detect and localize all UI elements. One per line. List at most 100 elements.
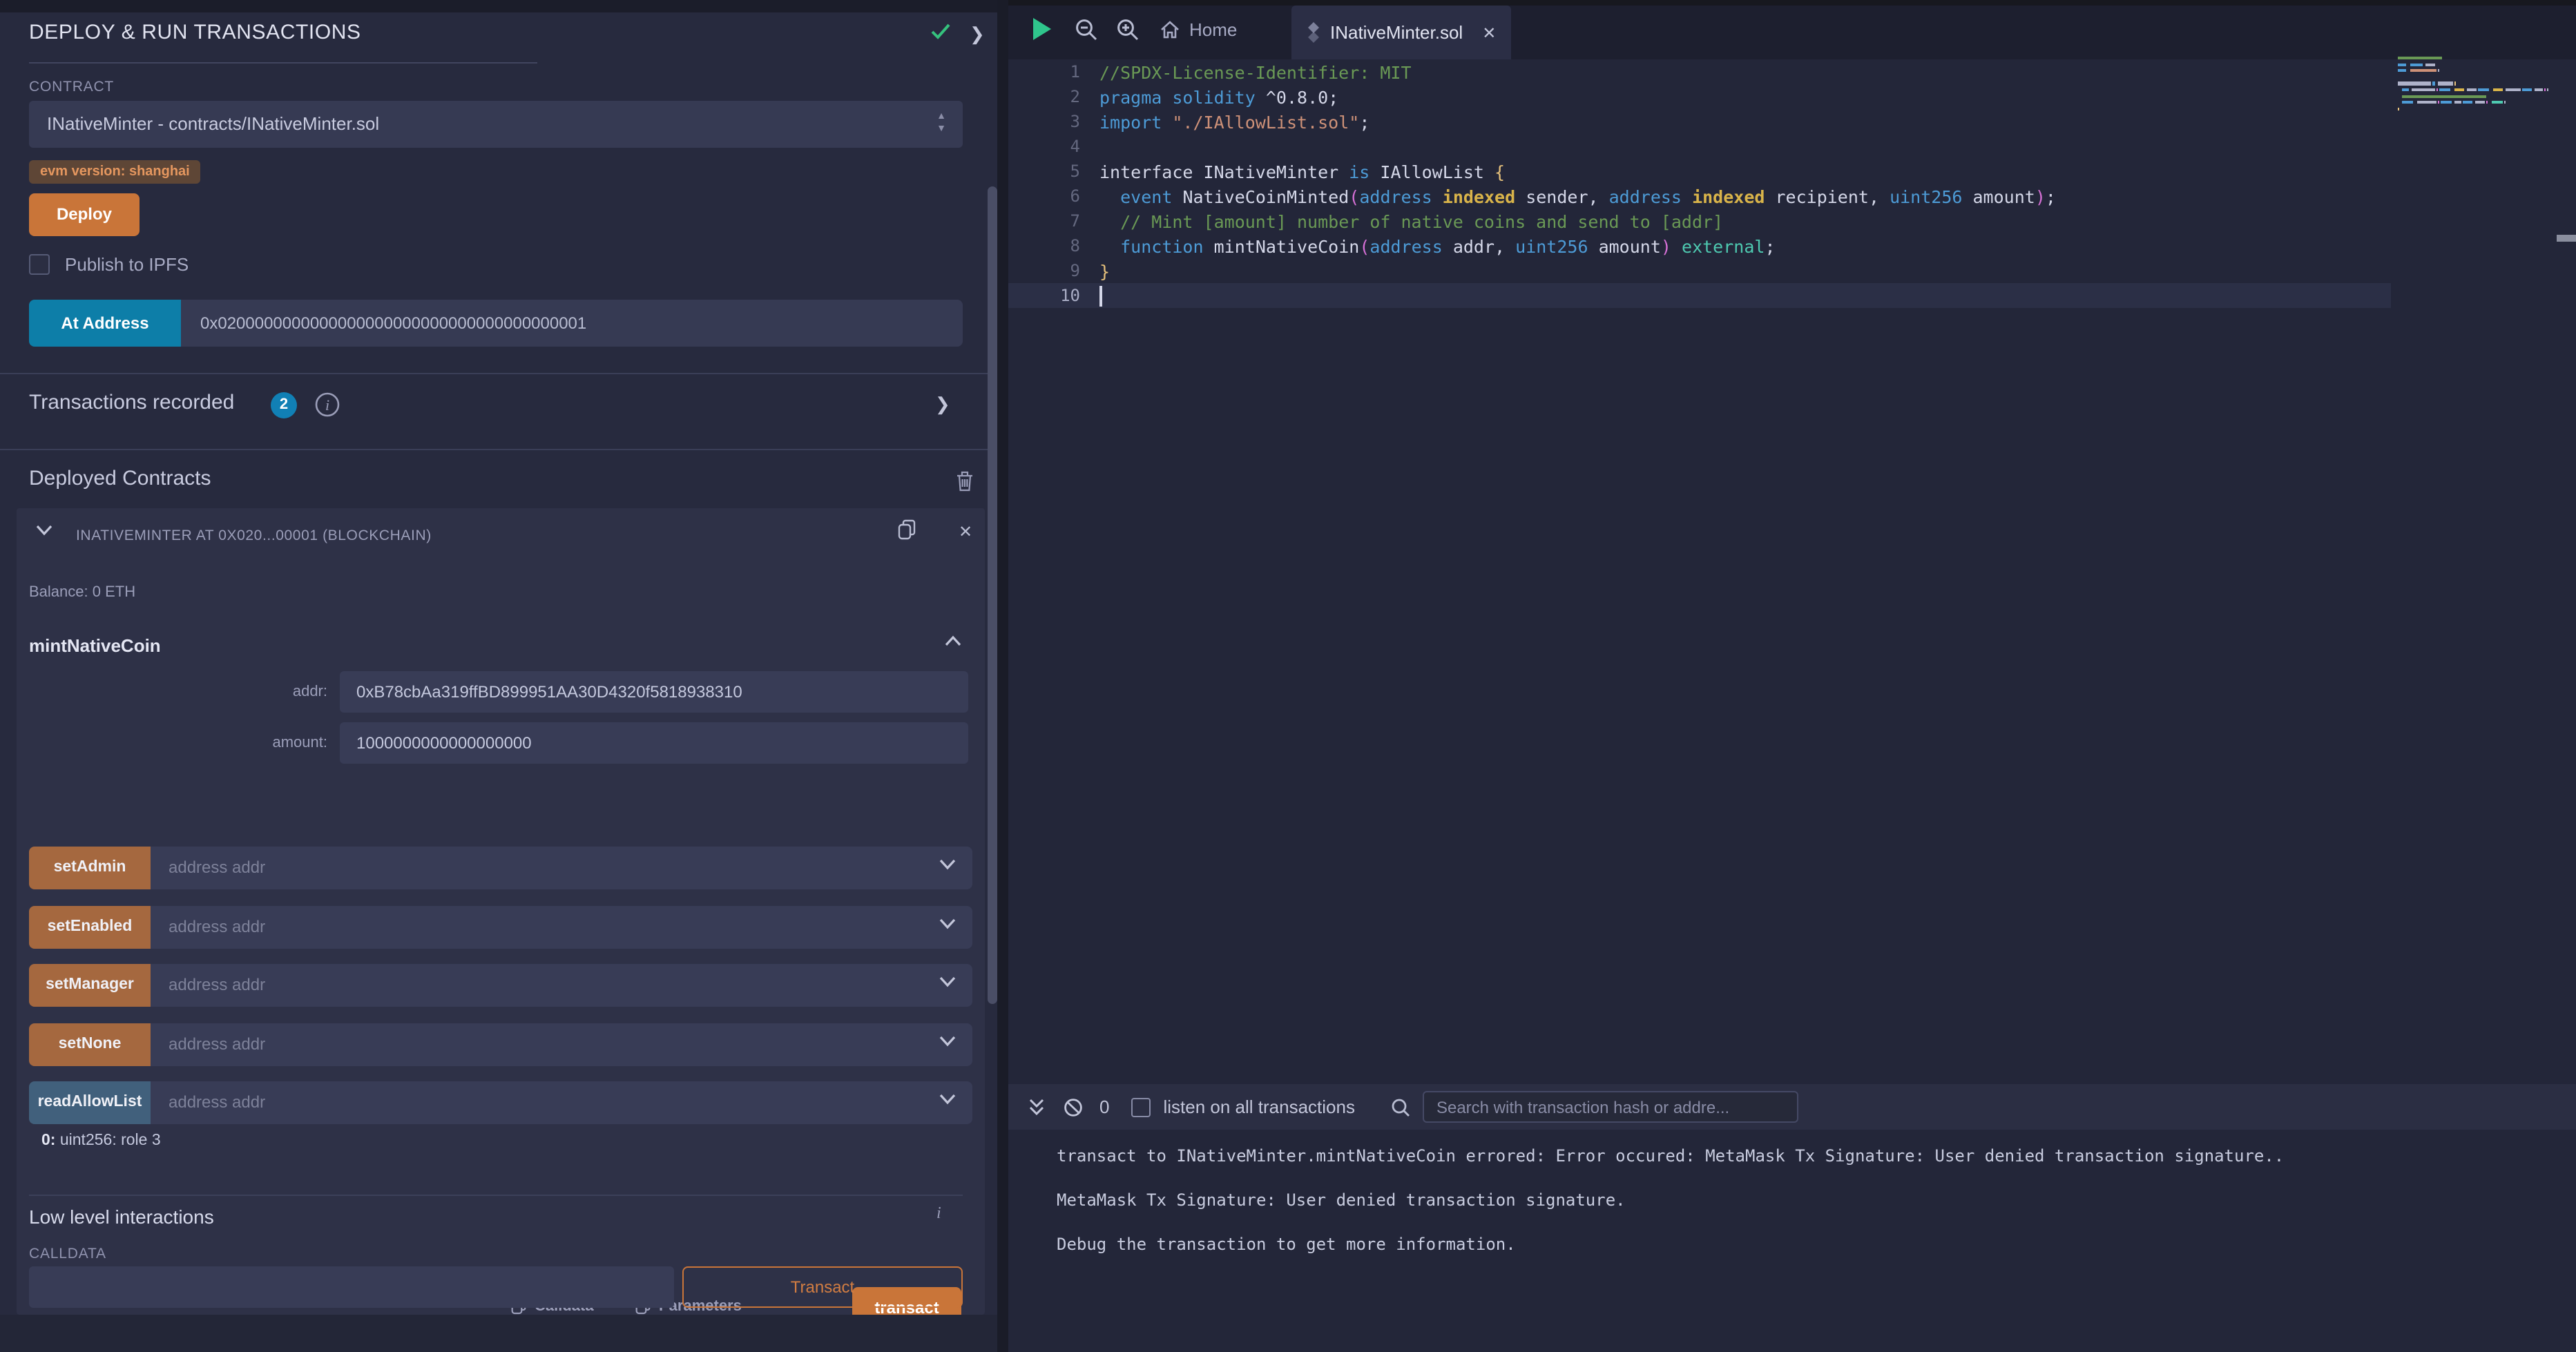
setNone-address-input[interactable]: address addr [151,1023,972,1066]
at-address-button[interactable]: At Address [29,300,181,347]
tab-home[interactable]: Home [1160,0,1237,59]
code-line[interactable]: 3import "./IAllowList.sol"; [1008,109,2391,134]
terminal-toolbar: 0 listen on all transactions Search with… [1008,1084,2576,1130]
copy-icon[interactable] [898,519,916,540]
calldata-input[interactable] [29,1266,674,1308]
panel-editor-divider[interactable] [997,0,1008,1352]
minimap-line [2398,63,2436,66]
code-line[interactable]: 6 event NativeCoinMinted(address indexed… [1008,184,2391,209]
param-input[interactable]: 1000000000000000000 [340,722,968,764]
param-label: amount: [17,722,340,764]
contract-label: CONTRACT [29,79,114,95]
instance-balance: Balance: 0 ETH [29,584,135,601]
panel-top-strip [0,0,999,12]
chevron-right-icon[interactable]: ❯ [970,23,985,46]
contract-instance-card: INATIVEMINTER AT 0X020...00001 (BLOCKCHA… [17,508,985,1315]
code-line[interactable]: 10 [1008,283,2391,308]
minimap-line [2398,82,2457,85]
code-line[interactable]: 5interface INativeMinter is IAllowList { [1008,159,2391,184]
code-text: event NativeCoinMinted(address indexed s… [1099,186,2056,206]
deploy-button[interactable]: Deploy [29,193,140,236]
trash-icon[interactable] [956,471,974,492]
code-text: } [1099,260,1110,281]
editor-area: Home INativeMinter.sol ✕ 1//SPDX-License… [1008,0,2576,1084]
at-address-input[interactable]: 0x02000000000000000000000000000000000000… [181,300,963,347]
chevron-down-icon[interactable] [939,918,956,929]
code-text: // Mint [amount] number of native coins … [1099,211,1723,231]
play-icon[interactable] [1033,18,1051,40]
setEnabled-address-input[interactable]: address addr [151,906,972,949]
function-row: readAllowListaddress addr [29,1081,972,1124]
function-row: setManageraddress addr [29,964,972,1007]
minimap-line [2398,57,2443,59]
line-number: 8 [1008,236,1099,255]
terminal-search-input[interactable]: Search with transaction hash or addre... [1423,1091,1798,1123]
setAdmin-button[interactable]: setAdmin [29,847,151,889]
listen-label: listen on all transactions [1163,1097,1355,1117]
code-text: function mintNativeCoin(address addr, ui… [1099,235,1776,256]
home-icon [1160,21,1180,39]
panel-scrollbar[interactable] [988,186,997,1004]
chevron-down-icon[interactable] [36,525,52,536]
check-icon [931,23,950,40]
zoom-out-icon[interactable] [1075,18,1098,41]
param-input[interactable]: 0xB78cbAa319ffBD899951AA30D4320f58189383… [340,671,968,713]
param-row: amount:1000000000000000000 [17,722,968,764]
divider [29,1195,963,1196]
code-line[interactable]: 7 // Mint [amount] number of native coin… [1008,209,2391,233]
setEnabled-button[interactable]: setEnabled [29,906,151,949]
instance-header[interactable]: INATIVEMINTER AT 0X020...00001 (BLOCKCHA… [76,528,432,544]
low-level-transact-button[interactable]: Transact [682,1266,963,1308]
ban-icon[interactable] [1064,1097,1083,1117]
info-icon[interactable]: i [315,392,340,417]
chevron-right-icon[interactable]: ❯ [935,394,950,416]
code-line[interactable]: 8 function mintNativeCoin(address addr, … [1008,233,2391,258]
terminal-message: Debug the transaction to get more inform… [1057,1235,1516,1254]
code-line[interactable]: 1//SPDX-License-Identifier: MIT [1008,59,2391,84]
param-label: addr: [17,671,340,713]
low-level-title: Low level interactions [29,1206,214,1228]
zoom-in-icon[interactable] [1116,18,1140,41]
chevron-down-icon[interactable] [939,1094,956,1105]
double-chevron-down-icon[interactable] [1028,1098,1046,1116]
line-number: 7 [1008,211,1099,231]
setAdmin-address-input[interactable]: address addr [151,847,972,889]
function-row: setEnabledaddress addr [29,906,972,949]
at-address-row: At Address 0x020000000000000000000000000… [29,300,963,347]
divider [0,373,999,374]
code-line[interactable]: 2pragma solidity ^0.8.0; [1008,84,2391,109]
terminal-output[interactable]: transact to INativeMinter.mintNativeCoin… [1008,1130,2576,1352]
function-row: setNoneaddress addr [29,1023,972,1066]
editor-tabbar: Home INativeMinter.sol ✕ [1008,0,2576,59]
publish-ipfs-checkbox[interactable] [29,254,50,275]
setManager-address-input[interactable]: address addr [151,964,972,1007]
info-icon[interactable]: i [936,1203,941,1224]
close-icon[interactable]: ✕ [959,522,972,541]
chevron-down-icon[interactable] [939,1036,956,1047]
close-icon[interactable]: ✕ [1482,23,1496,42]
remix-ide-window: DEPLOY & RUN TRANSACTIONS ❯ CONTRACT INa… [0,0,2576,1352]
minimap[interactable] [2398,57,2561,347]
code-text: interface INativeMinter is IAllowList { [1099,161,1505,182]
contract-select[interactable]: INativeMinter - contracts/INativeMinter.… [29,101,963,148]
deployed-contracts-title: Deployed Contracts [29,467,211,490]
line-number: 6 [1008,186,1099,206]
svg-text:i: i [325,396,329,414]
code-line[interactable]: 4 [1008,134,2391,159]
chevron-down-icon[interactable] [939,976,956,987]
overview-ruler-marker [2557,235,2576,242]
setManager-button[interactable]: setManager [29,964,151,1007]
code-text: pragma solidity ^0.8.0; [1099,86,1338,107]
code-text: import "./IAllowList.sol"; [1099,111,1369,132]
readAllowList-address-input[interactable]: address addr [151,1081,972,1124]
setNone-button[interactable]: setNone [29,1023,151,1066]
chevron-down-icon[interactable] [939,859,956,870]
code-editor[interactable]: 1//SPDX-License-Identifier: MIT2pragma s… [1008,59,2576,1084]
chevron-up-icon[interactable] [945,635,961,646]
readAllowList-button[interactable]: readAllowList [29,1081,151,1124]
param-row: addr:0xB78cbAa319ffBD899951AA30D4320f581… [17,671,968,713]
code-line[interactable]: 9} [1008,258,2391,283]
listen-checkbox[interactable] [1131,1097,1151,1117]
calldata-row: Transact [29,1266,963,1308]
tab-inativeminter-sol[interactable]: INativeMinter.sol ✕ [1291,6,1511,59]
